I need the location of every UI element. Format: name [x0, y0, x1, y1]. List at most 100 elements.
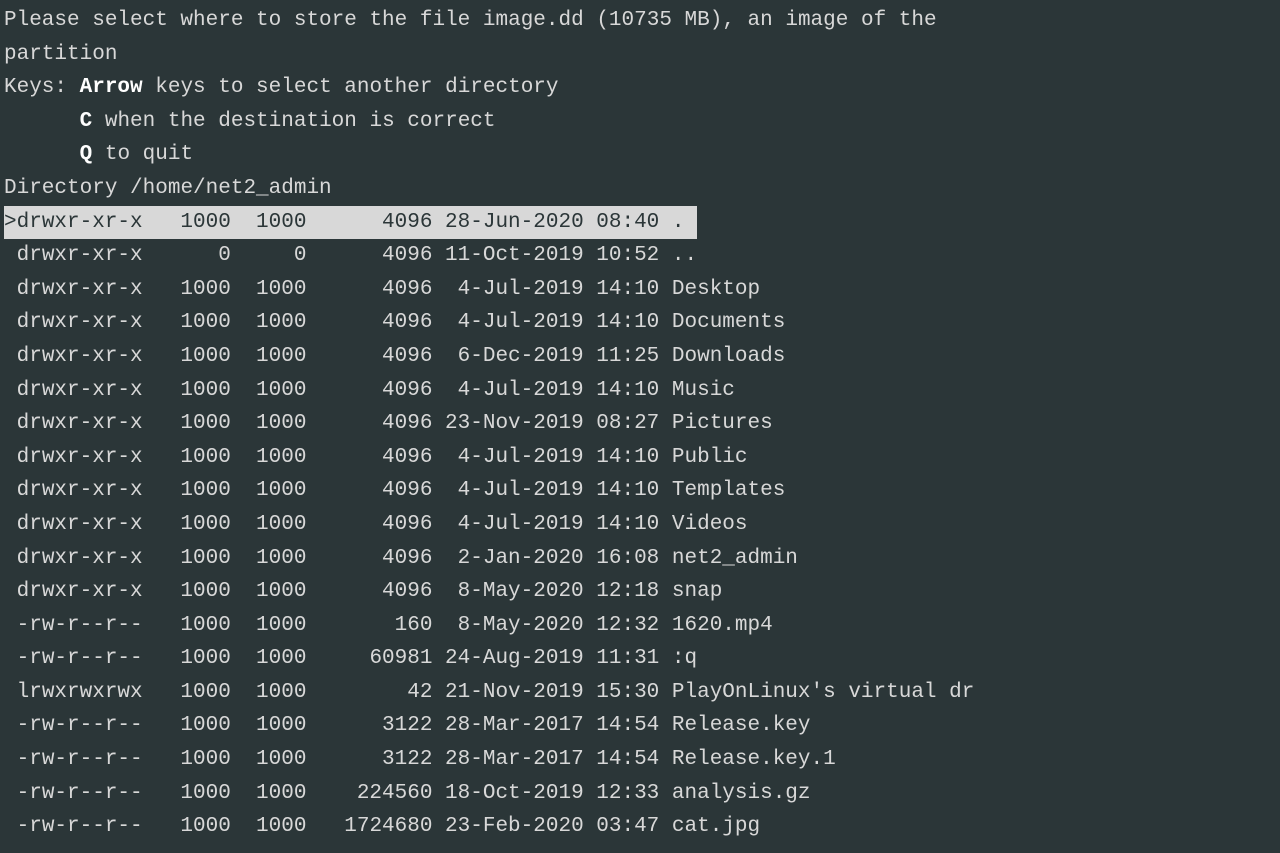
file-row[interactable]: >drwxr-xr-x10001000409628-Jun-202008:40 … [4, 206, 697, 240]
key-pad [4, 143, 80, 166]
file-date: 18-Oct-2019 [432, 777, 583, 811]
file-size: 160 [306, 609, 432, 643]
spacer [659, 244, 672, 267]
file-name: cat.jpg [672, 810, 760, 844]
file-time: 12:32 [584, 609, 660, 643]
file-size: 4096 [306, 575, 432, 609]
keys-label: Keys: [4, 76, 80, 99]
file-row[interactable]: -rw-r--r--10001000312228-Mar-201714:54 R… [4, 743, 1276, 777]
file-row[interactable]: drwxr-xr-x1000100040964-Jul-201914:10 Mu… [4, 374, 1276, 408]
file-row[interactable]: drwxr-xr-x1000100040968-May-202012:18 sn… [4, 575, 1276, 609]
file-size: 4096 [306, 407, 432, 441]
file-list[interactable]: >drwxr-xr-x10001000409628-Jun-202008:40 … [4, 206, 1276, 844]
current-directory: Directory /home/net2_admin [4, 172, 1276, 206]
file-size: 4096 [306, 508, 432, 542]
file-uid: 1000 [155, 374, 231, 408]
file-name: Release.key [672, 709, 811, 743]
row-cursor [4, 748, 17, 771]
file-row[interactable]: drwxr-xr-x1000100040964-Jul-201914:10 Do… [4, 306, 1276, 340]
file-size: 60981 [306, 642, 432, 676]
file-size: 3122 [306, 709, 432, 743]
file-time: 15:30 [584, 676, 660, 710]
file-gid: 1000 [231, 542, 307, 576]
file-row[interactable]: drwxr-xr-x1000100040962-Jan-202016:08 ne… [4, 542, 1276, 576]
file-row[interactable]: drwxr-xr-x1000100040966-Dec-201911:25 Do… [4, 340, 1276, 374]
file-row[interactable]: drwxr-xr-x1000100040964-Jul-201914:10 Vi… [4, 508, 1276, 542]
spacer [659, 345, 672, 368]
row-cursor [4, 547, 17, 570]
file-name: PlayOnLinux's virtual dr [672, 676, 974, 710]
file-permissions: drwxr-xr-x [17, 575, 156, 609]
file-date: 4-Jul-2019 [432, 508, 583, 542]
file-row[interactable]: drwxr-xr-x00409611-Oct-201910:52 .. [4, 239, 1276, 273]
spacer [685, 211, 698, 234]
file-permissions: drwxr-xr-x [17, 542, 156, 576]
file-date: 4-Jul-2019 [432, 273, 583, 307]
file-size: 4096 [306, 474, 432, 508]
file-date: 8-May-2020 [432, 575, 583, 609]
file-date: 2-Jan-2020 [432, 542, 583, 576]
file-permissions: drwxr-xr-x [17, 374, 156, 408]
file-uid: 1000 [155, 642, 231, 676]
file-permissions: -rw-r--r-- [17, 810, 156, 844]
key-arrow: Arrow [80, 76, 143, 99]
file-row[interactable]: drwxr-xr-x1000100040964-Jul-201914:10 Te… [4, 474, 1276, 508]
file-name: . [672, 206, 685, 240]
file-uid: 1000 [155, 777, 231, 811]
row-cursor [4, 311, 17, 334]
file-uid: 1000 [155, 542, 231, 576]
row-cursor [4, 714, 17, 737]
row-cursor [4, 681, 17, 704]
file-row[interactable]: drwxr-xr-x10001000409623-Nov-201908:27 P… [4, 407, 1276, 441]
file-row[interactable]: drwxr-xr-x1000100040964-Jul-201914:10 Pu… [4, 441, 1276, 475]
file-time: 08:27 [584, 407, 660, 441]
spacer [659, 412, 672, 435]
key-c-desc: when the destination is correct [92, 110, 495, 133]
file-uid: 1000 [155, 609, 231, 643]
file-permissions: drwxr-xr-x [17, 340, 156, 374]
file-time: 14:10 [584, 508, 660, 542]
file-gid: 1000 [231, 340, 307, 374]
row-cursor [4, 647, 17, 670]
row-cursor [4, 614, 17, 637]
file-gid: 1000 [231, 441, 307, 475]
file-row[interactable]: -rw-r--r--10001000172468023-Feb-202003:4… [4, 810, 1276, 844]
file-row[interactable]: -rw-r--r--100010001608-May-202012:32 162… [4, 609, 1276, 643]
file-gid: 1000 [231, 575, 307, 609]
spacer [659, 815, 672, 838]
file-permissions: -rw-r--r-- [17, 709, 156, 743]
spacer [659, 278, 672, 301]
row-cursor [4, 513, 17, 536]
key-q: Q [80, 143, 93, 166]
key-c: C [80, 110, 93, 133]
file-row[interactable]: -rw-r--r--10001000312228-Mar-201714:54 R… [4, 709, 1276, 743]
file-date: 28-Mar-2017 [432, 709, 583, 743]
keys-line-c: C when the destination is correct [4, 105, 1276, 139]
file-size: 4096 [306, 206, 432, 240]
row-cursor [4, 815, 17, 838]
spacer [659, 782, 672, 805]
file-date: 4-Jul-2019 [432, 441, 583, 475]
file-row[interactable]: drwxr-xr-x1000100040964-Jul-201914:10 De… [4, 273, 1276, 307]
file-uid: 1000 [155, 407, 231, 441]
file-uid: 1000 [155, 206, 231, 240]
row-cursor [4, 782, 17, 805]
file-row[interactable]: -rw-r--r--1000100022456018-Oct-201912:33… [4, 777, 1276, 811]
spacer [659, 647, 672, 670]
row-cursor [4, 446, 17, 469]
spacer [659, 479, 672, 502]
file-row[interactable]: -rw-r--r--100010006098124-Aug-201911:31 … [4, 642, 1276, 676]
file-name: net2_admin [672, 542, 798, 576]
terminal-screen[interactable]: Please select where to store the file im… [4, 4, 1276, 844]
keys-line-arrow: Keys: Arrow keys to select another direc… [4, 71, 1276, 105]
file-row[interactable]: lrwxrwxrwx100010004221-Nov-201915:30 Pla… [4, 676, 1276, 710]
file-gid: 1000 [231, 810, 307, 844]
file-permissions: drwxr-xr-x [17, 474, 156, 508]
file-time: 10:52 [584, 239, 660, 273]
file-uid: 1000 [155, 810, 231, 844]
file-uid: 1000 [155, 441, 231, 475]
file-size: 4096 [306, 273, 432, 307]
file-time: 12:33 [584, 777, 660, 811]
file-date: 23-Feb-2020 [432, 810, 583, 844]
file-permissions: -rw-r--r-- [17, 609, 156, 643]
